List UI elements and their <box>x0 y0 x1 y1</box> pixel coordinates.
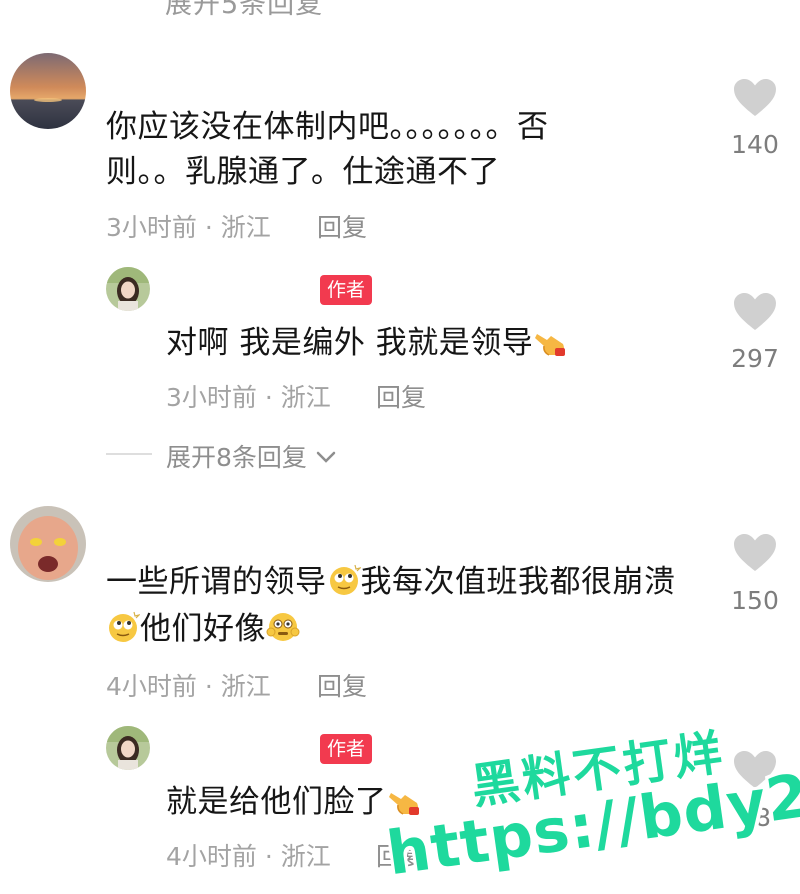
comment-location: 浙江 <box>280 383 331 412</box>
like-button[interactable] <box>733 533 777 577</box>
comment-time: 4小时前 <box>106 672 197 701</box>
comment-location: 浙江 <box>280 842 331 871</box>
user-avatar[interactable] <box>10 53 86 129</box>
like-count: 297 <box>731 344 779 373</box>
expand-replies-partial[interactable]: 展开5条回复 <box>165 0 323 21</box>
comment-time: 3小时前 <box>166 383 257 412</box>
rolling-eyes-emoji-icon <box>329 564 361 595</box>
comment-location: 浙江 <box>220 213 271 242</box>
rolling-eyes-emoji-icon <box>109 611 140 642</box>
comment-text-line: 你应该没在体制内吧。。。。。。。否 <box>106 109 549 145</box>
reply-button[interactable]: 回复 <box>376 378 426 414</box>
meta-dot: · <box>196 213 221 242</box>
sunset-avatar-icon <box>10 53 86 129</box>
heart-icon <box>734 293 776 330</box>
comment-meta: 4小时前 · 浙江 <box>106 667 271 703</box>
chevron-down-icon <box>316 451 336 463</box>
comment-time: 4小时前 <box>166 842 257 871</box>
author-avatar[interactable] <box>106 726 150 770</box>
author-badge: 作者 <box>320 275 373 305</box>
author-avatar-icon <box>106 267 150 311</box>
author-avatar[interactable] <box>106 267 150 311</box>
comment-text-part: 一些所谓的领导 <box>106 564 327 600</box>
comment-meta: 3小时前 · 浙江 <box>106 208 271 244</box>
user-avatar[interactable] <box>10 506 86 582</box>
author-avatar-icon <box>106 726 150 770</box>
comment-text: 就是给他们脸了 <box>166 780 421 825</box>
comment-text: 对啊 我是编外 我就是领导 <box>166 321 567 366</box>
flushed-emoji-icon <box>266 613 300 641</box>
comment-meta: 4小时前 · 浙江 <box>166 837 331 873</box>
comment-text-line: 则。。乳腺通了。仕途通不了 <box>106 154 500 190</box>
comment-location: 浙江 <box>220 672 271 701</box>
comment-time: 3小时前 <box>106 213 197 242</box>
like-count: 150 <box>731 586 779 615</box>
author-badge: 作者 <box>320 734 373 764</box>
reply-button[interactable]: 回复 <box>317 667 367 703</box>
like-button[interactable] <box>733 292 777 336</box>
expand-replies-button[interactable]: 展开8条回复 <box>166 438 337 474</box>
pointing-hand-emoji-icon <box>535 334 566 356</box>
meta-dot: · <box>256 383 281 412</box>
like-count: 140 <box>731 130 779 159</box>
like-button[interactable] <box>733 78 777 122</box>
comment-text-part: 我每次值班我都很崩溃 <box>360 564 676 600</box>
heart-icon <box>734 79 776 116</box>
comment-text-line: 一些所谓的领导 我每次值班我都很崩溃 <box>106 560 676 605</box>
comment-text-content: 对啊 我是编外 我就是领导 <box>166 325 534 361</box>
crying-child-avatar-icon <box>10 506 86 582</box>
comment-meta: 3小时前 · 浙江 <box>166 378 331 414</box>
reply-button[interactable]: 回复 <box>317 208 367 244</box>
expand-replies-label: 展开8条回复 <box>166 443 307 472</box>
meta-dot: · <box>196 672 221 701</box>
divider-dash <box>106 453 152 455</box>
pointing-hand-emoji-icon <box>388 793 419 815</box>
comment-text-line: 他们好像 <box>106 607 300 652</box>
comment-text-part: 他们好像 <box>140 611 266 647</box>
comment-text-content: 就是给他们脸了 <box>166 784 387 820</box>
meta-dot: · <box>256 842 281 871</box>
heart-icon <box>734 534 776 571</box>
